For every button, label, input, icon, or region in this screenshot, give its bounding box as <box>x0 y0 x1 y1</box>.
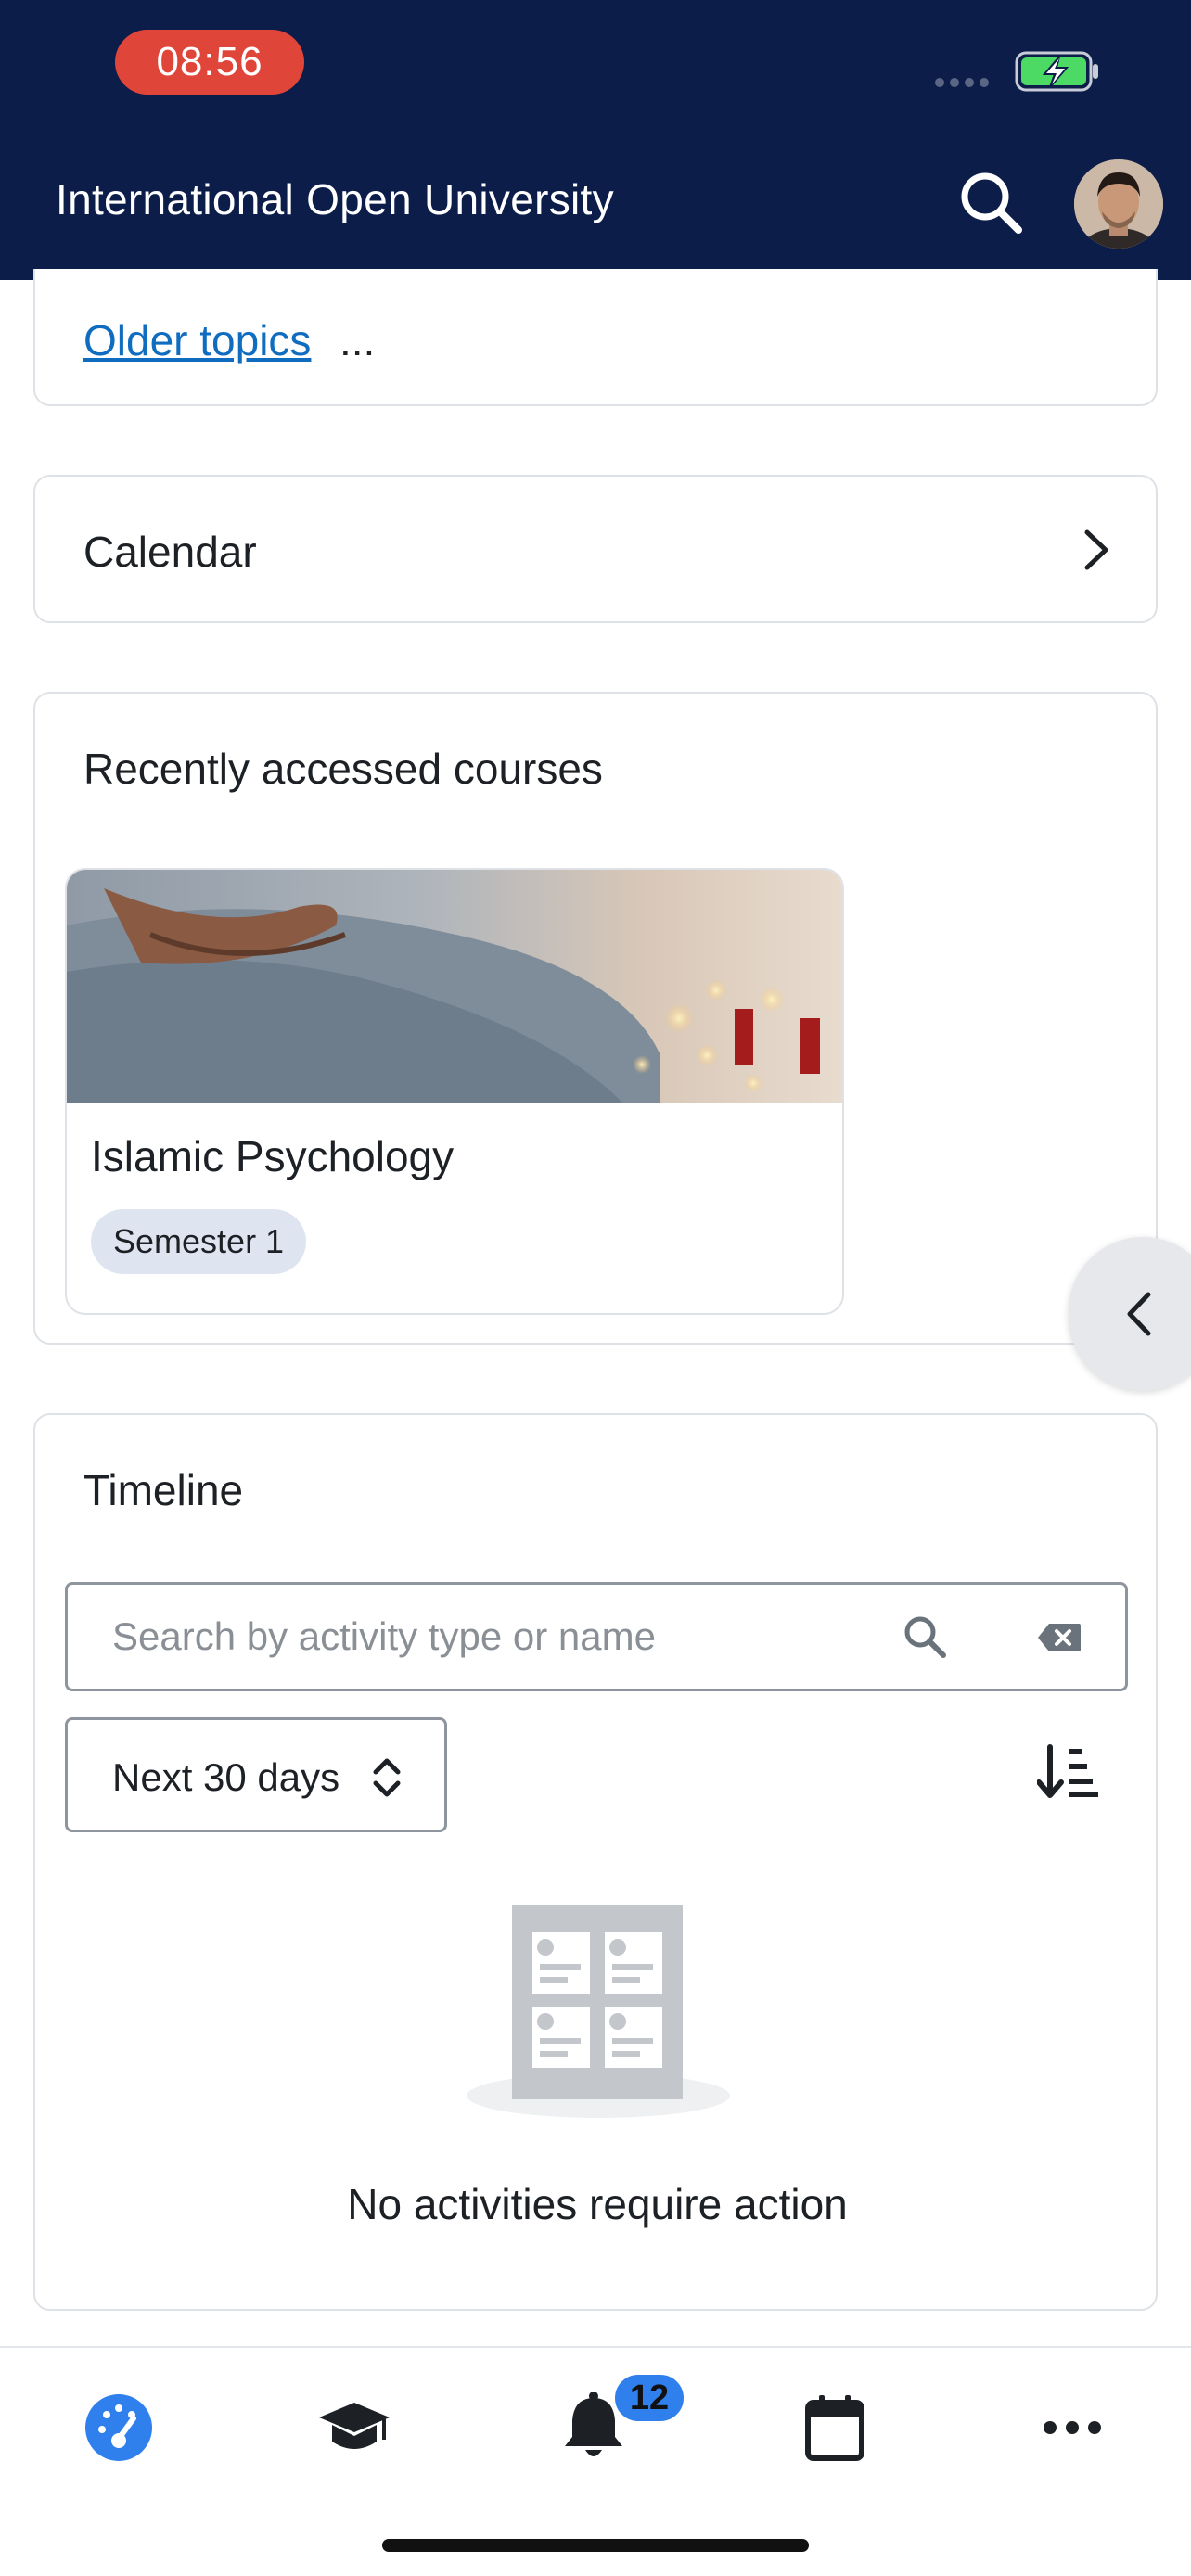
tab-calendar[interactable] <box>788 2381 881 2474</box>
tab-my-courses[interactable] <box>308 2381 401 2474</box>
status-time: 08:56 <box>115 30 304 95</box>
battery-charging-icon <box>1015 51 1098 92</box>
older-topics-ellipsis: ... <box>339 316 376 364</box>
sort-icon[interactable] <box>1037 1741 1098 1803</box>
course-card[interactable]: Islamic Psychology Semester 1 <box>65 868 844 1315</box>
older-topics-card: Older topics ... <box>33 269 1158 406</box>
clear-search-icon[interactable] <box>1036 1622 1082 1653</box>
select-arrows-icon <box>373 1758 401 1797</box>
course-badge: Semester 1 <box>91 1209 307 1274</box>
timeline-day-filter[interactable]: Next 30 days <box>65 1717 447 1832</box>
course-image <box>67 870 842 1103</box>
notification-count-badge: 12 <box>612 2372 686 2424</box>
chevron-left-icon <box>1127 1292 1151 1336</box>
dashboard-icon <box>85 2394 152 2461</box>
calendar-card[interactable]: Calendar <box>33 475 1158 623</box>
user-avatar[interactable] <box>1074 159 1163 249</box>
timeline-search-box <box>65 1582 1128 1691</box>
calendar-title: Calendar <box>83 528 257 576</box>
tab-more[interactable] <box>1026 2381 1119 2474</box>
site-title: International Open University <box>56 175 614 223</box>
chevron-right-icon <box>1084 529 1108 570</box>
tab-dashboard[interactable] <box>72 2381 165 2474</box>
signal-icon <box>935 78 989 87</box>
recent-courses-card: Recently accessed courses Islamic Psycho… <box>33 692 1158 1345</box>
older-topics-link[interactable]: Older topics <box>83 315 311 365</box>
timeline-search-input[interactable] <box>112 1585 854 1689</box>
search-icon[interactable] <box>955 167 1026 237</box>
timeline-card: Timeline Next 30 days <box>33 1413 1158 2311</box>
search-icon[interactable] <box>901 1613 949 1661</box>
home-indicator <box>382 2539 809 2552</box>
timeline-empty-message: No activities require action <box>347 2180 848 2228</box>
timeline-title: Timeline <box>83 1466 244 1514</box>
day-filter-value: Next 30 days <box>112 1755 340 1799</box>
courses-icon <box>319 2403 390 2449</box>
calendar-icon <box>805 2395 864 2461</box>
app-header: 08:56 International Open University <box>0 0 1191 280</box>
empty-state-illustration <box>467 1905 730 2118</box>
recent-courses-title: Recently accessed courses <box>83 745 603 793</box>
more-icon <box>1044 2421 1101 2434</box>
course-name: Islamic Psychology <box>91 1132 455 1180</box>
